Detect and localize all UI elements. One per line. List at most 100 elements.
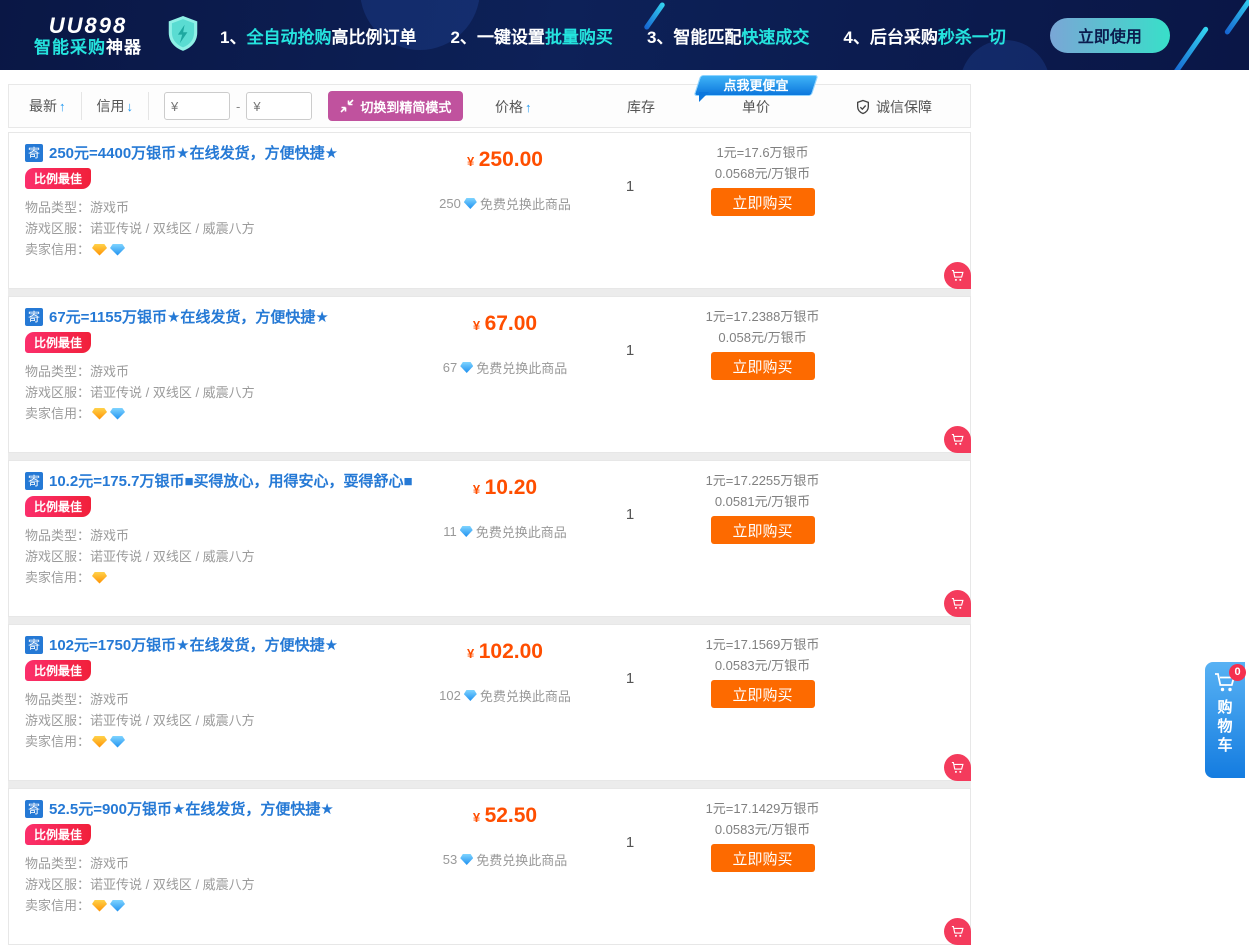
add-to-cart-corner-button[interactable] xyxy=(944,590,971,617)
listing-title-link[interactable]: 52.5元=900万银币★在线发货，方便快捷★ xyxy=(49,798,334,819)
listing-info: 寄 10.2元=175.7万银币■买得放心，用得安心，耍得舒心■ 比例最佳 物品… xyxy=(25,470,425,616)
best-ratio-badge: 比例最佳 xyxy=(25,660,91,681)
range-separator: - xyxy=(236,99,240,114)
buy-now-button[interactable]: 立即购买 xyxy=(711,844,815,872)
blue-gem-icon xyxy=(110,900,125,912)
stock-column: 1 xyxy=(585,142,675,288)
arrow-down-icon: ↓ xyxy=(127,99,134,114)
seller-credit-line: 卖家信用： xyxy=(25,239,425,260)
logo-subtitle: 智能采购神器 xyxy=(34,38,142,58)
server-line: 游戏区服：诺亚传说 / 双线区 / 威震八方 xyxy=(25,382,425,403)
add-to-cart-corner-button[interactable] xyxy=(944,426,971,453)
unit-price-column: 1元=17.2388万银币 0.058元/万银币 立即购买 xyxy=(675,306,850,452)
listing-price: ¥ 67.00 xyxy=(473,312,537,336)
arrow-up-icon: ↑ xyxy=(525,100,532,115)
buy-now-button[interactable]: 立即购买 xyxy=(711,516,815,544)
item-type-line: 物品类型：游戏币 xyxy=(25,361,425,382)
unit-price-line: 0.0583元/万银币 xyxy=(715,819,810,840)
rate-line: 1元=17.2388万银币 xyxy=(706,306,820,327)
sort-newest[interactable]: 最新 ↑ xyxy=(29,96,66,116)
listing-title-link[interactable]: 102元=1750万银币★在线发货，方便快捷★ xyxy=(49,634,338,655)
listing-title-link[interactable]: 67元=1155万银币★在线发货，方便快捷★ xyxy=(49,306,329,327)
blue-gem-icon xyxy=(464,690,477,701)
credit-gems xyxy=(92,900,125,912)
blue-gem-icon xyxy=(464,198,477,209)
buy-now-button[interactable]: 立即购买 xyxy=(711,188,815,216)
promo-banner: UU898 智能采购神器 1、全自动抢购高比例订单2、一键设置批量购买3、智能匹… xyxy=(0,0,1249,70)
exchange-line: 250 免费兑换此商品 xyxy=(439,194,571,213)
listing-row: 寄 250元=4400万银币★在线发货，方便快捷★ 比例最佳 物品类型：游戏币 … xyxy=(8,132,971,289)
logo-title: UU898 xyxy=(34,13,142,38)
listing-price: ¥ 102.00 xyxy=(467,640,543,664)
cart-icon xyxy=(950,760,965,775)
blue-gem-icon xyxy=(460,362,473,373)
exchange-line: 11 免费兑换此商品 xyxy=(443,522,567,541)
consign-tag: 寄 xyxy=(25,308,43,326)
best-ratio-badge: 比例最佳 xyxy=(25,496,91,517)
stock-column: 1 xyxy=(585,470,675,616)
consign-tag: 寄 xyxy=(25,472,43,490)
stock-header: 库存 xyxy=(627,85,655,129)
cart-icon xyxy=(950,268,965,283)
stock-column: 1 xyxy=(585,306,675,452)
exchange-line: 53 免费兑换此商品 xyxy=(443,850,567,869)
listing-price: ¥ 52.50 xyxy=(473,804,537,828)
server-line: 游戏区服：诺亚传说 / 双线区 / 威震八方 xyxy=(25,546,425,567)
banner-features: 1、全自动抢购高比例订单2、一键设置批量购买3、智能匹配快速成交4、后台采购秒杀… xyxy=(220,23,1006,48)
listing-row: 寄 67元=1155万银币★在线发货，方便快捷★ 比例最佳 物品类型：游戏币 游… xyxy=(8,296,971,453)
use-now-button[interactable]: 立即使用 xyxy=(1050,18,1170,53)
rate-line: 1元=17.6万银币 xyxy=(716,142,808,163)
yellow-gem-icon xyxy=(92,736,107,748)
sort-newest-label: 最新 xyxy=(29,96,57,116)
blue-gem-icon xyxy=(460,526,473,537)
banner-decor-slash xyxy=(1224,0,1249,35)
exchange-line: 67 免费兑换此商品 xyxy=(443,358,567,377)
unit-price-column: 1元=17.2255万银币 0.0581元/万银币 立即购买 xyxy=(675,470,850,616)
cart-float-widget[interactable]: 0 购物车 xyxy=(1205,662,1245,778)
sort-credit[interactable]: 信用 ↓ xyxy=(97,96,134,116)
listing-title-link[interactable]: 10.2元=175.7万银币■买得放心，用得安心，耍得舒心■ xyxy=(49,470,413,491)
stock-value: 1 xyxy=(626,834,634,851)
add-to-cart-corner-button[interactable] xyxy=(944,918,971,945)
add-to-cart-corner-button[interactable] xyxy=(944,262,971,289)
listing-price: ¥ 250.00 xyxy=(467,148,543,172)
divider xyxy=(81,92,82,120)
yen-symbol: ¥ xyxy=(473,810,480,825)
item-type-line: 物品类型：游戏币 xyxy=(25,197,425,218)
cart-label: 购物车 xyxy=(1217,698,1234,755)
yellow-gem-icon xyxy=(92,572,107,584)
banner-decor-slash xyxy=(1172,26,1209,70)
blue-gem-icon xyxy=(110,408,125,420)
price-max-input[interactable] xyxy=(246,92,312,120)
sort-price[interactable]: 价格 ↑ xyxy=(495,85,532,129)
listing-title-link[interactable]: 250元=4400万银币★在线发货，方便快捷★ xyxy=(49,142,338,163)
buy-now-button[interactable]: 立即购买 xyxy=(711,680,815,708)
unit-price-column: 1元=17.1569万银币 0.0583元/万银币 立即购买 xyxy=(675,634,850,780)
stock-value: 1 xyxy=(626,342,634,359)
sort-credit-label: 信用 xyxy=(97,96,125,116)
divider xyxy=(148,92,149,120)
cheaper-tooltip: 点我更便宜 xyxy=(697,75,815,96)
integrity-filter[interactable]: 诚信保障 xyxy=(855,85,932,129)
banner-feature: 4、后台采购秒杀一切 xyxy=(843,23,1005,48)
price-min-input[interactable] xyxy=(164,92,230,120)
compact-mode-button[interactable]: 切换到精简模式 xyxy=(328,91,463,121)
banner-feature: 1、全自动抢购高比例订单 xyxy=(220,23,416,48)
yellow-gem-icon xyxy=(92,900,107,912)
buy-now-button[interactable]: 立即购买 xyxy=(711,352,815,380)
credit-gems xyxy=(92,736,125,748)
seller-credit-line: 卖家信用： xyxy=(25,895,425,916)
blue-gem-icon xyxy=(110,244,125,256)
add-to-cart-corner-button[interactable] xyxy=(944,754,971,781)
shield-lightning-icon xyxy=(164,14,202,56)
yen-symbol: ¥ xyxy=(473,318,480,333)
cart-icon xyxy=(950,924,965,939)
listing-info: 寄 102元=1750万银币★在线发货，方便快捷★ 比例最佳 物品类型：游戏币 … xyxy=(25,634,425,780)
unit-price-line: 0.0583元/万银币 xyxy=(715,655,810,676)
shield-check-icon xyxy=(855,99,871,116)
item-type-line: 物品类型：游戏币 xyxy=(25,853,425,874)
server-line: 游戏区服：诺亚传说 / 双线区 / 威震八方 xyxy=(25,710,425,731)
credit-gems xyxy=(92,244,125,256)
cart-icon: 0 xyxy=(1213,670,1237,696)
consign-tag: 寄 xyxy=(25,636,43,654)
